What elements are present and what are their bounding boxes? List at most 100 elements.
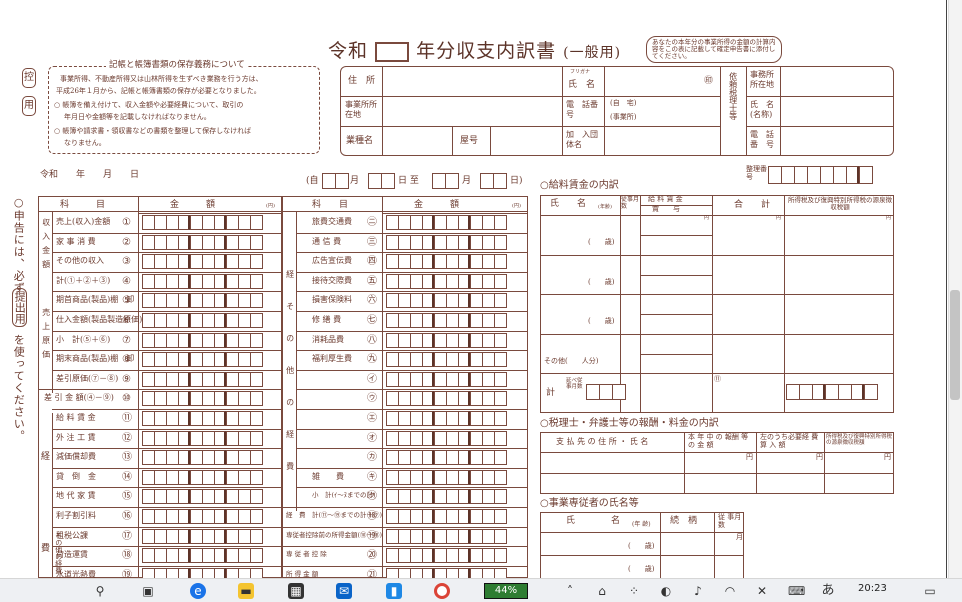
amount-digit-cell[interactable] bbox=[250, 273, 263, 289]
scrollbar-thumb[interactable] bbox=[950, 290, 960, 400]
keyboard-icon[interactable]: ⌨ bbox=[788, 583, 805, 599]
vertical-scrollbar[interactable] bbox=[948, 0, 962, 578]
amount-cells[interactable] bbox=[386, 489, 507, 505]
amount-cells[interactable] bbox=[142, 430, 263, 446]
amount-digit-cell[interactable] bbox=[250, 528, 263, 544]
amount-digit-cell[interactable] bbox=[250, 430, 263, 446]
amount-digit-cell[interactable] bbox=[250, 371, 263, 387]
period-from-day[interactable] bbox=[368, 173, 395, 189]
salary-total-tax[interactable] bbox=[786, 384, 878, 400]
amount-digit-cell[interactable] bbox=[250, 254, 263, 270]
amount-cells[interactable] bbox=[142, 254, 263, 270]
amount-cells[interactable] bbox=[142, 509, 263, 524]
clock[interactable]: 20:23 bbox=[858, 583, 887, 595]
amount-cells[interactable] bbox=[142, 332, 263, 348]
wifi-icon[interactable]: ◠ bbox=[722, 583, 738, 599]
amount-digit-cell[interactable] bbox=[494, 469, 507, 485]
amount-cells[interactable] bbox=[142, 234, 263, 250]
amount-digit-cell[interactable] bbox=[250, 293, 263, 309]
network-icon[interactable]: ◐ bbox=[658, 583, 674, 599]
amount-digit-cell[interactable] bbox=[494, 430, 507, 446]
amount-cells[interactable] bbox=[386, 352, 507, 368]
period-to-month[interactable] bbox=[432, 173, 459, 189]
chrome-icon[interactable] bbox=[434, 583, 450, 599]
task-view-icon[interactable]: ▣ bbox=[140, 583, 156, 599]
amount-digit-cell[interactable] bbox=[494, 234, 507, 250]
sound-icon[interactable]: ♪ bbox=[690, 583, 706, 599]
amount-digit-cell[interactable] bbox=[250, 509, 263, 524]
amount-digit-cell[interactable] bbox=[494, 313, 507, 328]
amount-digit-cell[interactable] bbox=[494, 254, 507, 270]
period-to-day[interactable] bbox=[480, 173, 507, 189]
notifications-icon[interactable]: ▭ bbox=[922, 583, 938, 599]
amount-digit-cell[interactable] bbox=[494, 489, 507, 505]
amount-cells[interactable] bbox=[142, 548, 263, 564]
store-icon[interactable]: ▦ bbox=[288, 583, 304, 599]
battery-indicator[interactable]: 44% bbox=[484, 583, 528, 599]
amount-digit-cell[interactable] bbox=[250, 469, 263, 485]
amount-cells[interactable] bbox=[142, 450, 263, 466]
folder-icon[interactable]: ▬ bbox=[238, 583, 254, 599]
amount-digit-cell[interactable] bbox=[250, 234, 263, 250]
amount-digit-cell[interactable] bbox=[250, 332, 263, 348]
amount-digit-cell[interactable] bbox=[250, 391, 263, 407]
ref-no-cells[interactable] bbox=[768, 166, 873, 184]
year-box[interactable] bbox=[375, 42, 410, 62]
mute-icon[interactable]: ✕ bbox=[754, 583, 770, 599]
amount-digit-cell[interactable] bbox=[494, 391, 507, 407]
amount-cells[interactable] bbox=[386, 293, 507, 309]
amount-cells[interactable] bbox=[142, 313, 263, 328]
amount-cells[interactable] bbox=[386, 313, 507, 328]
amount-cells[interactable] bbox=[142, 411, 263, 426]
amount-cells[interactable] bbox=[142, 469, 263, 485]
amount-cells[interactable] bbox=[386, 469, 507, 485]
amount-cells[interactable] bbox=[142, 352, 263, 368]
amount-cells[interactable] bbox=[142, 391, 263, 407]
amount-digit-cell[interactable] bbox=[494, 411, 507, 426]
amount-cells[interactable] bbox=[386, 528, 507, 544]
app-icon[interactable]: ▮ bbox=[386, 583, 402, 599]
amount-digit-cell[interactable] bbox=[494, 352, 507, 368]
mail-icon[interactable]: ✉ bbox=[336, 583, 352, 599]
amount-digit-cell[interactable] bbox=[494, 548, 507, 564]
amount-cells[interactable] bbox=[386, 273, 507, 289]
search-icon[interactable]: ⚲ bbox=[92, 583, 108, 599]
amount-digit-cell[interactable] bbox=[250, 411, 263, 426]
amount-cells[interactable] bbox=[386, 548, 507, 564]
amount-digit-cell[interactable] bbox=[494, 273, 507, 289]
amount-digit-cell[interactable] bbox=[494, 509, 507, 524]
amount-cells[interactable] bbox=[386, 450, 507, 466]
amount-cells[interactable] bbox=[386, 371, 507, 387]
amount-digit-cell[interactable] bbox=[494, 215, 507, 230]
ime-indicator[interactable]: あ bbox=[820, 583, 836, 599]
amount-cells[interactable] bbox=[386, 234, 507, 250]
salary-total-months[interactable] bbox=[586, 384, 626, 400]
amount-digit-cell[interactable] bbox=[250, 450, 263, 466]
amount-digit-cell[interactable] bbox=[250, 489, 263, 505]
apps-icon[interactable]: ⁘ bbox=[626, 583, 642, 599]
amount-cells[interactable] bbox=[142, 371, 263, 387]
amount-cells[interactable] bbox=[386, 332, 507, 348]
amount-cells[interactable] bbox=[386, 430, 507, 446]
usb-icon[interactable]: ⌂ bbox=[594, 583, 610, 599]
amount-digit-cell[interactable] bbox=[250, 215, 263, 230]
amount-digit-cell[interactable] bbox=[494, 450, 507, 466]
amount-cells[interactable] bbox=[142, 528, 263, 544]
chevron-up-icon[interactable]: ˄ bbox=[562, 583, 578, 599]
amount-digit-cell[interactable] bbox=[494, 371, 507, 387]
amount-digit-cell[interactable] bbox=[250, 548, 263, 564]
amount-cells[interactable] bbox=[142, 273, 263, 289]
amount-cells[interactable] bbox=[142, 489, 263, 505]
amount-digit-cell[interactable] bbox=[494, 528, 507, 544]
amount-cells[interactable] bbox=[386, 509, 507, 524]
amount-cells[interactable] bbox=[386, 215, 507, 230]
amount-digit-cell[interactable] bbox=[250, 313, 263, 328]
amount-cells[interactable] bbox=[386, 411, 507, 426]
amount-digit-cell[interactable] bbox=[494, 332, 507, 348]
amount-cells[interactable] bbox=[142, 215, 263, 230]
edge-icon[interactable]: e bbox=[190, 583, 206, 599]
period-from-month[interactable] bbox=[322, 173, 349, 189]
amount-digit-cell[interactable] bbox=[250, 352, 263, 368]
amount-cells[interactable] bbox=[386, 254, 507, 270]
amount-digit-cell[interactable] bbox=[494, 293, 507, 309]
